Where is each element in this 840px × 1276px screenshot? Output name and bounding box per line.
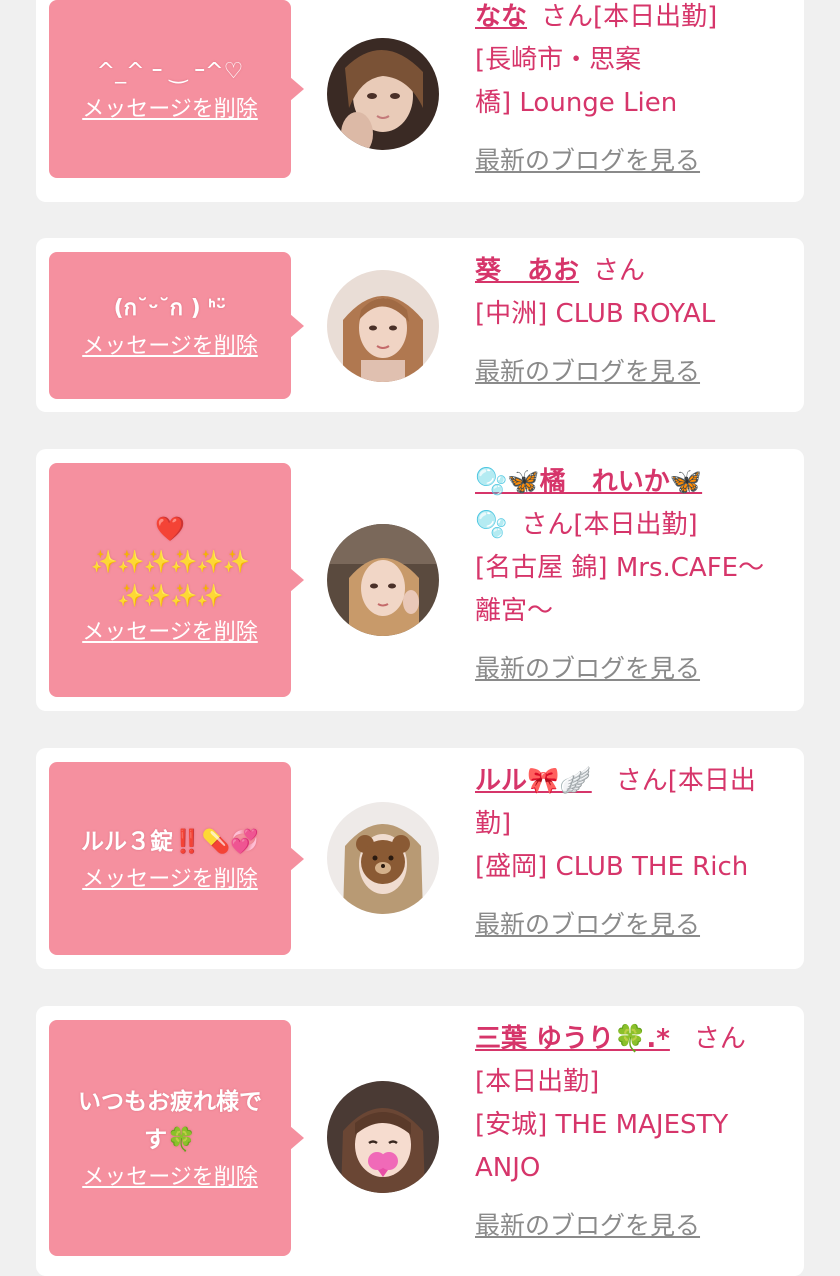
shop-line-2: ANJO bbox=[475, 1153, 541, 1183]
cast-info: ルル🎀🪽 さん[本日出 勤] [盛岡] CLUB THE Rich 最新のブログを… bbox=[475, 760, 795, 947]
cast-name-ornament: 🫧 bbox=[475, 510, 508, 540]
shop-line-1: [長崎市・思案 bbox=[475, 45, 642, 75]
san-label: さん bbox=[541, 2, 594, 32]
cast-name-link[interactable]: 三葉 ゆうり🍀.* bbox=[475, 1024, 670, 1054]
avatar[interactable] bbox=[327, 524, 439, 636]
cast-info: 🫧🦋橘 れいか🦋 🫧 さん[本日出勤] [名古屋 錦] Mrs.CAFE〜 離宮〜… bbox=[475, 461, 805, 691]
san-label: さん bbox=[693, 1024, 746, 1054]
shop-line-1: [盛岡] CLUB THE Rich bbox=[475, 852, 749, 882]
message-bubble: ルル３錠‼️💊💞 メッセージを削除 bbox=[49, 762, 304, 955]
avatar[interactable] bbox=[327, 1081, 439, 1193]
message-bubble: ❤️ ✨✨✨✨✨✨ ✨✨✨✨ メッセージを削除 bbox=[49, 463, 304, 697]
cast-info: 三葉 ゆうり🍀.* さん [本日出勤] [安城] THE MAJESTY ANJO… bbox=[475, 1018, 795, 1248]
delete-message-link[interactable]: メッセージを削除 bbox=[82, 95, 258, 125]
message-bubble: (ก˘ᵕ˘ก ) ᑋᵕ̈ メッセージを削除 bbox=[49, 252, 304, 399]
message-text: ^_^ ｰ ‿ ｰ^♡ bbox=[96, 59, 244, 84]
avatar[interactable] bbox=[327, 38, 439, 150]
cast-name-link[interactable]: ルル🎀🪽 bbox=[475, 766, 592, 796]
card-1: ^_^ ｰ ‿ ｰ^♡ メッセージを削除 なな さん[本日出勤] [長崎市・思案 … bbox=[36, 0, 804, 202]
message-bubble: いつもお疲れ様で す🍀 メッセージを削除 bbox=[49, 1020, 304, 1256]
card-2: (ก˘ᵕ˘ก ) ᑋᵕ̈ メッセージを削除 葵 あお さん [中洲] CLUB R… bbox=[36, 238, 804, 412]
attendance-status: [本日出勤] bbox=[593, 2, 718, 32]
san-label: さん bbox=[615, 766, 668, 796]
view-blog-link[interactable]: 最新のブログを見る bbox=[475, 139, 700, 182]
attendance-status: [本日出勤] bbox=[475, 1067, 600, 1097]
attendance-status: [本日出勤] bbox=[573, 510, 698, 540]
shop-line-2: 橋] Lounge Lien bbox=[475, 88, 678, 118]
view-blog-link[interactable]: 最新のブログを見る bbox=[475, 1204, 700, 1247]
delete-message-link[interactable]: メッセージを削除 bbox=[82, 1163, 258, 1193]
shop-line-1: [名古屋 錦] Mrs.CAFE〜 bbox=[475, 553, 765, 583]
delete-message-link[interactable]: メッセージを削除 bbox=[82, 865, 258, 895]
message-line-2: す🍀 bbox=[144, 1127, 196, 1153]
message-line-1: いつもお疲れ様で bbox=[78, 1089, 262, 1115]
attendance-status-cont: 勤] bbox=[475, 809, 512, 839]
card-5: いつもお疲れ様で す🍀 メッセージを削除 三葉 ゆうり🍀.* さん [本日出勤] … bbox=[36, 1006, 804, 1276]
attendance-status: [本日出 bbox=[667, 766, 756, 796]
cast-name-link[interactable]: 🫧🦋橘 れいか🦋 bbox=[475, 467, 702, 497]
cast-info: なな さん[本日出勤] [長崎市・思案 橋] Lounge Lien 最新のブログ… bbox=[475, 0, 795, 183]
message-text: ルル３錠‼️💊💞 bbox=[81, 828, 259, 855]
message-line-3: ✨✨✨✨ bbox=[117, 584, 224, 609]
san-label: さん bbox=[521, 510, 574, 540]
cast-info: 葵 あお さん [中洲] CLUB ROYAL 最新のブログを見る bbox=[475, 250, 795, 394]
shop-line-1: [安城] THE MAJESTY bbox=[475, 1110, 729, 1140]
card-3: ❤️ ✨✨✨✨✨✨ ✨✨✨✨ メッセージを削除 🫧🦋橘 れいか🦋 🫧 さん[本日出… bbox=[36, 449, 804, 711]
avatar[interactable] bbox=[327, 802, 439, 914]
message-line-2: ✨✨✨✨✨✨ bbox=[90, 550, 250, 575]
avatar[interactable] bbox=[327, 270, 439, 382]
view-blog-link[interactable]: 最新のブログを見る bbox=[475, 647, 700, 690]
shop-line-2: 離宮〜 bbox=[475, 596, 554, 626]
message-line-1: ❤️ bbox=[155, 515, 185, 543]
delete-message-link[interactable]: メッセージを削除 bbox=[82, 332, 258, 362]
message-bubble: ^_^ ｰ ‿ ｰ^♡ メッセージを削除 bbox=[49, 0, 304, 178]
cast-name-link[interactable]: なな bbox=[475, 2, 527, 32]
message-text: (ก˘ᵕ˘ก ) ᑋᵕ̈ bbox=[113, 295, 227, 321]
shop-line-1: [中洲] CLUB ROYAL bbox=[475, 299, 716, 329]
view-blog-link[interactable]: 最新のブログを見る bbox=[475, 350, 700, 393]
card-4: ルル３錠‼️💊💞 メッセージを削除 ルル🎀🪽 さん[本日出 勤] [盛岡] CLU… bbox=[36, 748, 804, 969]
view-blog-link[interactable]: 最新のブログを見る bbox=[475, 903, 700, 946]
delete-message-link[interactable]: メッセージを削除 bbox=[82, 618, 258, 648]
san-label: さん bbox=[593, 256, 646, 286]
cast-name-link[interactable]: 葵 あお bbox=[475, 256, 579, 286]
